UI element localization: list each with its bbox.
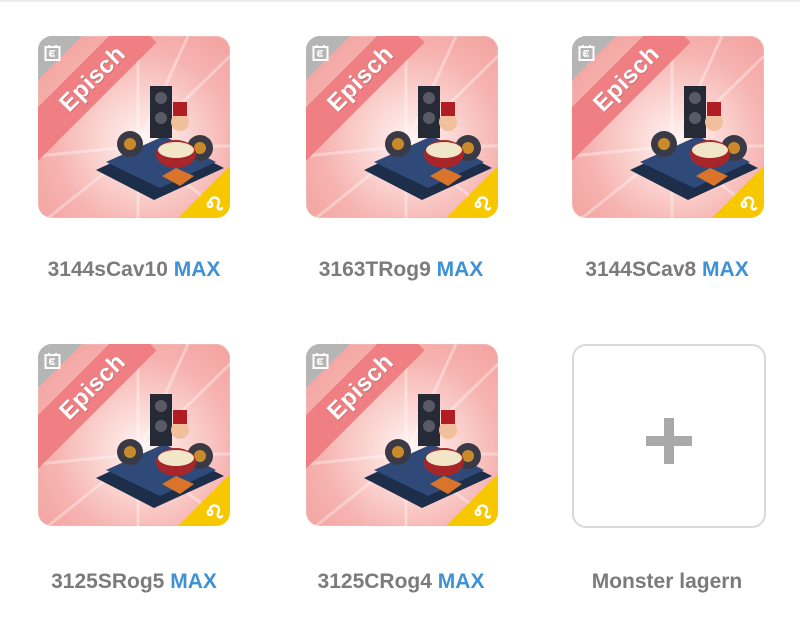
monster-name: 3125SRog5 [51, 570, 165, 593]
max-badge: MAX [170, 570, 217, 593]
leo-sign-icon [206, 504, 224, 519]
monster-slot: Episch [534, 0, 800, 312]
leo-sign-icon [206, 196, 224, 211]
monster-name-label: 3144sCav10 MAX [0, 258, 268, 282]
calendar-event-icon [312, 353, 329, 369]
monster-name: 3144SCav8 [585, 258, 697, 281]
monster-name: 3163TRog9 [318, 258, 431, 281]
monster-card[interactable]: Episch [38, 36, 230, 218]
max-badge: MAX [173, 258, 221, 281]
monster-name-label: 3144SCav8 MAX [534, 258, 800, 282]
monster-card[interactable]: Episch [38, 344, 230, 526]
leo-sign-icon [474, 504, 492, 519]
store-monster-button[interactable] [572, 344, 766, 528]
monster-card[interactable]: Episch [572, 36, 764, 218]
monster-name-label: 3125CRog4 MAX [268, 570, 534, 594]
calendar-event-icon [44, 353, 61, 369]
calendar-event-icon [44, 45, 61, 61]
leo-sign-icon [474, 196, 492, 211]
monster-name-label: 3125SRog5 MAX [0, 570, 268, 594]
store-monster-label: Monster lagern [591, 570, 743, 593]
store-monster-slot: Monster lagern [534, 312, 800, 620]
monster-grid: Episch 3144sCav10 MAX Episch 3163TRog9 M… [0, 0, 800, 620]
monster-card[interactable]: Episch [306, 36, 498, 218]
plus-icon [646, 418, 692, 464]
monster-card[interactable]: Episch [306, 344, 498, 526]
max-badge: MAX [436, 258, 484, 281]
monster-name: 3144sCav10 [47, 258, 168, 281]
max-badge: MAX [702, 258, 749, 281]
monster-slot: Episch [268, 0, 534, 312]
calendar-event-icon [578, 45, 595, 61]
monster-slot: Episch [268, 312, 534, 620]
monster-slot: Episch [0, 312, 268, 620]
monster-name-label: 3163TRog9 MAX [268, 258, 534, 282]
monster-name: 3125CRog4 [317, 570, 432, 593]
calendar-event-icon [312, 45, 329, 61]
monster-slot: Episch [0, 0, 268, 312]
leo-sign-icon [740, 196, 758, 211]
max-badge: MAX [437, 570, 485, 593]
